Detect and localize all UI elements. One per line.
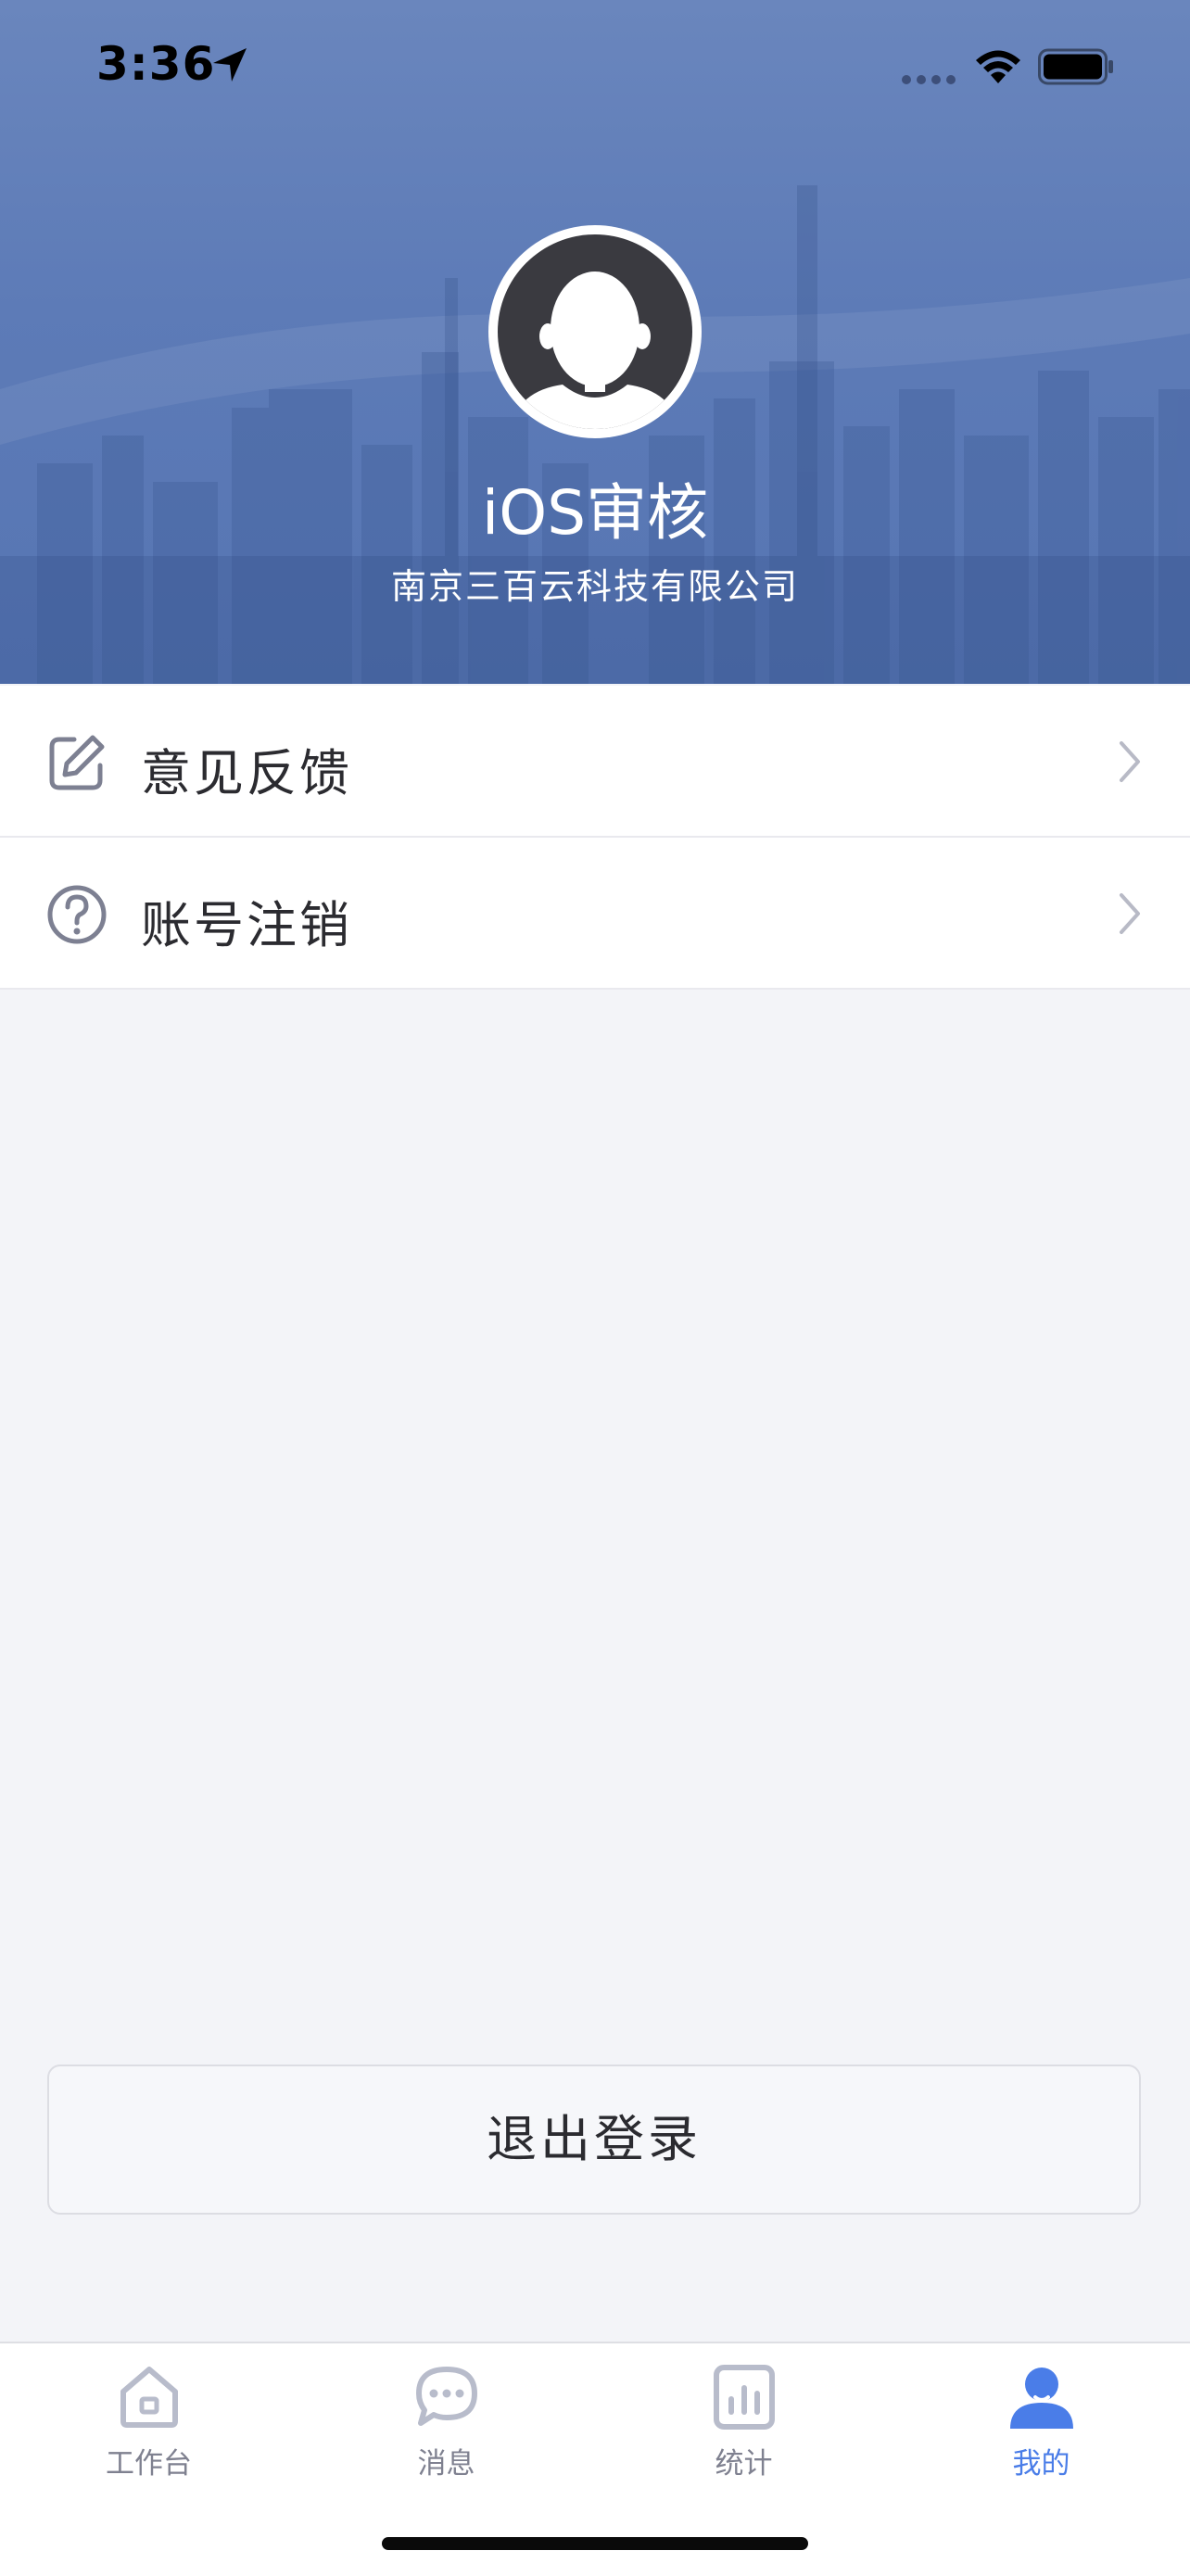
tab-workbench[interactable]: 工作台 xyxy=(0,2343,298,2492)
tab-label: 消息 xyxy=(417,2447,475,2481)
bar-chart-icon xyxy=(714,2365,775,2430)
home-icon xyxy=(120,2367,178,2428)
status-bar: 3:36 xyxy=(0,0,1190,130)
user-name: iOS审核 xyxy=(481,477,709,549)
chevron-right-icon xyxy=(1120,893,1140,934)
wifi-icon xyxy=(976,50,1020,83)
menu-item-label: 账号注销 xyxy=(141,896,352,954)
status-time: 3:36 xyxy=(96,37,216,91)
company-name: 南京三百云科技有限公司 xyxy=(390,566,799,607)
question-circle-icon xyxy=(47,885,107,944)
settings-menu: 意见反馈 账号注销 xyxy=(0,686,1190,990)
tab-label: 统计 xyxy=(715,2447,773,2481)
menu-item-account-deletion[interactable]: 账号注销 xyxy=(0,838,1190,990)
home-indicator[interactable] xyxy=(382,2537,808,2550)
tab-label: 我的 xyxy=(1012,2447,1070,2481)
menu-item-feedback[interactable]: 意见反馈 xyxy=(0,686,1190,838)
tab-label: 工作台 xyxy=(106,2447,192,2481)
profile-header: 3:36 iOS审核 南京三百云科技有限公司 xyxy=(0,0,1190,684)
logout-button[interactable]: 退出登录 xyxy=(47,2065,1141,2215)
tab-statistics[interactable]: 统计 xyxy=(595,2343,892,2492)
tab-mine[interactable]: 我的 xyxy=(892,2343,1190,2492)
tab-messages[interactable]: 消息 xyxy=(298,2343,595,2492)
avatar[interactable] xyxy=(488,225,702,438)
battery-icon xyxy=(1038,48,1113,85)
user-icon xyxy=(1010,2368,1073,2429)
menu-item-label: 意见反馈 xyxy=(141,744,352,802)
chevron-right-icon xyxy=(1120,741,1140,782)
cellular-signal-icon xyxy=(902,75,956,84)
chat-icon xyxy=(416,2367,477,2426)
avatar-person-icon xyxy=(498,234,692,429)
location-arrow-icon xyxy=(213,48,247,82)
edit-icon xyxy=(49,735,105,790)
